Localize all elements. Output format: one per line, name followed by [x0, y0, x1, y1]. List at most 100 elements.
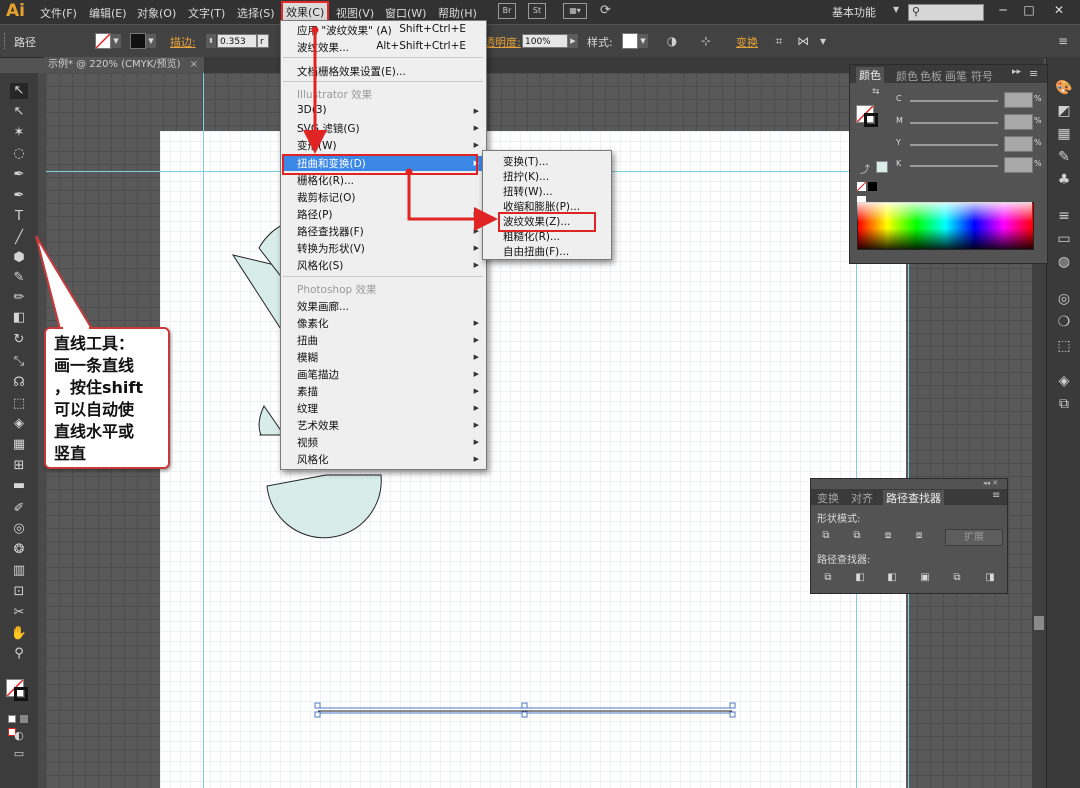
expand-button[interactable]: 扩展: [945, 529, 1003, 546]
outline-button[interactable]: ⧉: [950, 571, 964, 585]
submenu-item-twist[interactable]: 扭转(W)...: [503, 184, 553, 199]
stroke-weight-field[interactable]: 0.353: [217, 34, 257, 48]
minus-back-button[interactable]: ◨: [983, 571, 997, 585]
mesh-tool-icon[interactable]: ⊞: [10, 458, 28, 474]
selection-tool-icon[interactable]: ↖: [10, 83, 28, 99]
stroke-indicator[interactable]: [864, 113, 878, 127]
magenta-row[interactable]: M %: [896, 114, 1076, 130]
menu-item-sketch[interactable]: 素描: [297, 384, 318, 399]
hand-tool-icon[interactable]: ✋: [10, 626, 28, 642]
stock-button[interactable]: St: [528, 3, 546, 19]
yellow-row[interactable]: Y %: [896, 136, 1076, 152]
minus-front-button[interactable]: ⧉: [850, 529, 864, 543]
menu-file[interactable]: 文件(F): [40, 5, 77, 21]
perspective-grid-tool-icon[interactable]: ▦: [10, 437, 28, 453]
menu-item-video[interactable]: 视频: [297, 435, 318, 450]
pen-tool-icon[interactable]: ✒: [10, 188, 28, 204]
tab-pathfinder[interactable]: 路径查找器: [883, 490, 944, 506]
divide-button[interactable]: ⧉: [821, 571, 835, 585]
document-tab[interactable]: 示例* @ 220% (CMYK/预览) ×: [44, 57, 204, 73]
rotate-tool-icon[interactable]: ↻: [10, 332, 28, 348]
artboard-tool-icon[interactable]: ⊡: [10, 584, 28, 600]
shape-builder-tool-icon[interactable]: ◈: [10, 416, 28, 432]
opacity-field[interactable]: 100%: [522, 34, 568, 48]
pen-add-tool-icon[interactable]: ✒: [10, 167, 28, 183]
align-icon[interactable]: ⊹: [698, 33, 714, 49]
panel-menu-icon[interactable]: ≡: [1055, 33, 1071, 49]
arrange-documents-icon[interactable]: ▦▾: [563, 3, 587, 19]
menu-item-effect-gallery[interactable]: 效果画廊...: [297, 299, 349, 314]
black-row[interactable]: K %: [896, 157, 1076, 173]
close-tab-icon[interactable]: ×: [190, 57, 198, 73]
search-input[interactable]: ⚲: [908, 4, 984, 21]
recolor-icon[interactable]: ◑: [664, 33, 680, 49]
eraser-tool-icon[interactable]: ◧: [10, 310, 28, 326]
submenu-item-pucker[interactable]: 扭拧(K)...: [503, 169, 549, 184]
menu-window[interactable]: 窗口(W): [385, 5, 426, 21]
menu-item-brush-strokes[interactable]: 画笔描边: [297, 367, 339, 382]
symbols-icon[interactable]: ♣: [1055, 171, 1073, 189]
transparency-panel-icon[interactable]: ◍: [1055, 253, 1073, 271]
merge-button[interactable]: ◧: [885, 571, 899, 585]
menu-item-stylize[interactable]: 风格化(S): [297, 258, 343, 273]
gradient-panel-icon[interactable]: ▭: [1055, 230, 1073, 248]
menu-edit[interactable]: 编辑(E): [89, 5, 127, 21]
asset-export-icon[interactable]: ⬚: [1055, 337, 1073, 355]
scale-tool-icon[interactable]: ⤡: [10, 354, 28, 370]
gpu-icon[interactable]: ⟳: [600, 3, 611, 18]
menu-item-apply-last-effect[interactable]: 应用 "波纹效果" (A): [297, 23, 392, 38]
tab-color-guide[interactable]: 颜色: [896, 68, 918, 84]
gradient-tool-icon[interactable]: ▬: [10, 478, 28, 494]
chevron-down-icon[interactable]: ▾: [815, 33, 831, 49]
menu-item-crop-marks[interactable]: 裁剪标记(O): [297, 190, 355, 205]
swap-icon[interactable]: ⇆: [872, 87, 880, 97]
stroke-unit[interactable]: r: [257, 34, 269, 48]
tab-brushes[interactable]: 画笔: [945, 68, 967, 84]
menu-item-warp[interactable]: 变形(W): [297, 138, 337, 153]
polygon-tool-icon[interactable]: ⬢: [10, 250, 28, 266]
panel-menu-icon[interactable]: ≡: [1029, 67, 1038, 80]
tab-transform[interactable]: 变换: [817, 490, 839, 506]
draw-mode-icon[interactable]: ◐: [10, 728, 28, 744]
stroke-panel-icon[interactable]: ≡: [1055, 207, 1073, 225]
out-of-gamut-icon[interactable]: ⤴: [860, 161, 870, 176]
magenta-field[interactable]: [1004, 114, 1033, 130]
menu-item-rasterize[interactable]: 栅格化(R)...: [297, 173, 354, 188]
menu-item-3d[interactable]: 3D(3): [297, 104, 327, 116]
menu-type[interactable]: 文字(T): [188, 5, 225, 21]
tab-swatches[interactable]: 色板: [920, 68, 942, 84]
scrollbar-thumb[interactable]: [1034, 616, 1044, 630]
cyan-slider[interactable]: [910, 100, 998, 102]
menu-item-raster-settings[interactable]: 文档栅格效果设置(E)...: [297, 64, 406, 79]
menu-help[interactable]: 帮助(H): [438, 5, 477, 21]
stroke-label[interactable]: 描边:: [170, 34, 196, 50]
stroke-dropdown[interactable]: ▼: [146, 34, 156, 48]
appearance-panel-icon[interactable]: ◎: [1055, 290, 1073, 308]
panel-menu-icon[interactable]: ≡: [992, 490, 1000, 501]
opacity-dropdown[interactable]: ▶: [568, 34, 578, 48]
cyan-row[interactable]: C %: [896, 92, 1076, 108]
menu-item-blur[interactable]: 模糊: [297, 350, 318, 365]
menu-item-artistic[interactable]: 艺术效果: [297, 418, 339, 433]
menu-item-last-effect[interactable]: 波纹效果...: [297, 40, 349, 55]
minimize-button[interactable]: ─: [990, 0, 1016, 20]
submenu-item-transform[interactable]: 变换(T)...: [503, 154, 549, 169]
brush-tool-icon[interactable]: ✎: [10, 270, 28, 286]
graph-tool-icon[interactable]: ▥: [10, 563, 28, 579]
black-field[interactable]: [1004, 157, 1033, 173]
warp-tool-icon[interactable]: ☊: [10, 375, 28, 391]
unite-button[interactable]: ⧉: [819, 529, 833, 543]
trim-button[interactable]: ◧: [853, 571, 867, 585]
fill-dropdown[interactable]: ▼: [111, 34, 121, 48]
arrange-icon[interactable]: ⋈: [795, 33, 811, 49]
blend-tool-icon[interactable]: ◎: [10, 521, 28, 537]
menu-item-convert-to-shape[interactable]: 转换为形状(V): [297, 241, 365, 256]
menu-view[interactable]: 视图(V): [336, 5, 374, 21]
lasso-tool-icon[interactable]: ◌: [10, 146, 28, 162]
isolate-icon[interactable]: ⌗: [771, 33, 787, 49]
direct-selection-tool-icon[interactable]: ↖: [10, 104, 28, 120]
cyan-field[interactable]: [1004, 92, 1033, 108]
pencil-tool-icon[interactable]: ✏: [10, 290, 28, 306]
crop-button[interactable]: ▣: [918, 571, 932, 585]
artboards-panel-icon[interactable]: ⧉: [1055, 395, 1073, 413]
